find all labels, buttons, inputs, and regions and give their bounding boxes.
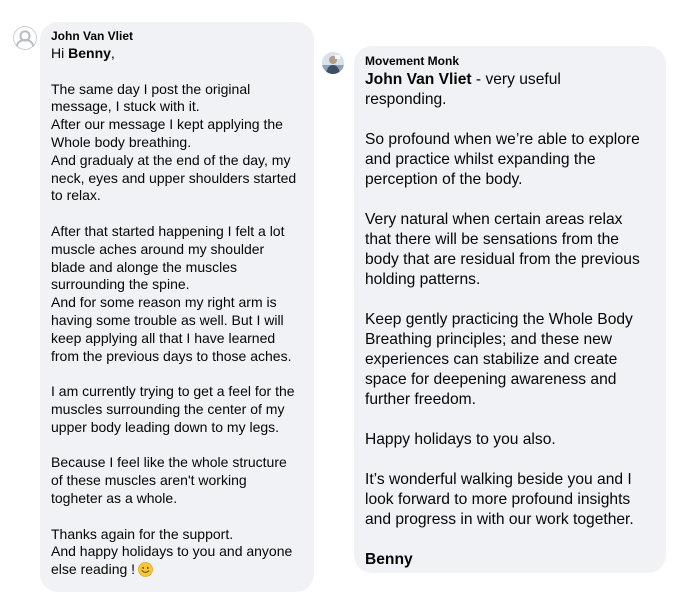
comment-paragraph: Because I feel like the whole structure …	[51, 454, 287, 506]
default-user-silhouette-icon	[13, 26, 37, 50]
comment-signature: Benny	[365, 551, 413, 568]
comment-mention-line: John Van Vliet - very useful responding.	[365, 70, 656, 110]
comment-closing: Thanks again for the support. And happy …	[51, 526, 304, 579]
greeting-name: Benny	[68, 45, 111, 61]
comment-bubble-john-van-vliet: John Van Vliet Hi Benny, The same day I …	[40, 22, 314, 592]
john-van-vliet-avatar[interactable]	[13, 26, 37, 50]
smiling-face-emoji-icon	[138, 562, 153, 578]
movement-monk-avatar[interactable]	[322, 52, 344, 74]
comment-paragraph: After that started happening I felt a lo…	[51, 222, 292, 364]
greeting-prefix: Hi	[51, 45, 69, 61]
comment-paragraph: Very natural when certain areas relax th…	[365, 211, 640, 288]
comment-paragraph: Keep gently practicing the Whole Body Br…	[365, 311, 633, 408]
comment-closing-text: Thanks again for the support. And happy …	[51, 525, 293, 578]
comment-author-name[interactable]: Movement Monk	[365, 54, 656, 69]
greeting-suffix: ,	[110, 45, 115, 61]
comment-paragraph: So profound when we’re able to explore a…	[365, 131, 640, 188]
comment-bubble-movement-monk: Movement Monk John Van Vliet - very usef…	[354, 46, 666, 573]
mention-tag[interactable]: John Van Vliet	[365, 71, 472, 88]
profile-photo-avatar-icon	[322, 52, 344, 74]
comment-paragraph: I am currently trying to get a feel for …	[51, 383, 295, 435]
comment-paragraph: The same day I post the original message…	[51, 80, 297, 204]
comment-author-name[interactable]: John Van Vliet	[51, 29, 304, 44]
comment-paragraph: Happy holidays to you also.	[365, 431, 556, 448]
comment-greeting: Hi Benny,	[51, 45, 304, 63]
comment-paragraph: It’s wonderful walking beside you and I …	[365, 471, 634, 528]
